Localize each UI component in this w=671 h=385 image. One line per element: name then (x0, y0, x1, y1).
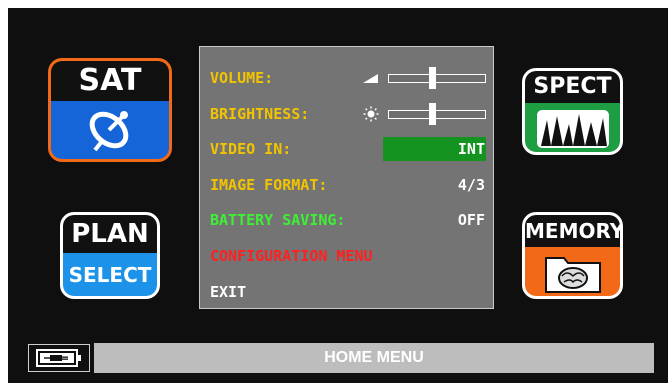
volume-label: VOLUME: (210, 69, 274, 87)
brain-folder-icon (525, 247, 620, 296)
plan-select-tile[interactable]: PLAN SELECT (60, 212, 160, 299)
battery-saving-row[interactable]: BATTERY SAVING: OFF (210, 209, 485, 231)
spect-tile[interactable]: SPECT (522, 68, 623, 155)
satellite-dish-icon (51, 101, 169, 159)
device-frame: SAT PLAN SELECT SPECT MEMORY VOLUME: BRI… (0, 0, 671, 385)
settings-menu: VOLUME: BRIGHTNESS: VIDEO IN: INT IMAGE … (199, 46, 494, 309)
sun-icon (362, 106, 380, 128)
configuration-menu-label: CONFIGURATION MENU (210, 247, 373, 265)
status-bar: HOME MENU (28, 343, 654, 373)
volume-row[interactable]: VOLUME: (210, 67, 488, 89)
brightness-track (388, 110, 486, 119)
sat-tile[interactable]: SAT (48, 58, 172, 162)
image-format-value: 4/3 (457, 176, 485, 194)
battery-saving-value: OFF (457, 211, 485, 229)
select-label: SELECT (63, 253, 157, 296)
speaker-icon (362, 70, 380, 92)
brightness-slider[interactable] (362, 103, 488, 125)
video-in-row[interactable]: VIDEO IN: INT (210, 138, 485, 160)
exit-label: EXIT (210, 283, 247, 301)
volume-track (388, 74, 486, 83)
brightness-label: BRIGHTNESS: (210, 105, 310, 123)
spect-label: SPECT (525, 71, 620, 103)
exit-row[interactable]: EXIT (210, 281, 485, 303)
brightness-row[interactable]: BRIGHTNESS: (210, 103, 488, 125)
video-in-value: INT (457, 140, 485, 158)
battery-saving-label: BATTERY SAVING: (210, 211, 346, 229)
battery-plug-icon (28, 344, 90, 372)
sat-label: SAT (51, 61, 169, 101)
spectrum-icon (525, 103, 620, 152)
brightness-thumb[interactable] (428, 103, 436, 125)
volume-slider[interactable] (362, 67, 488, 89)
home-menu-bar: HOME MENU (94, 343, 654, 373)
video-in-label: VIDEO IN: (210, 140, 292, 158)
memory-label: MEMORY (525, 215, 620, 247)
volume-thumb[interactable] (428, 67, 436, 89)
plan-label: PLAN (63, 215, 157, 253)
configuration-menu-row[interactable]: CONFIGURATION MENU (210, 245, 485, 267)
image-format-label: IMAGE FORMAT: (210, 176, 328, 194)
image-format-row[interactable]: IMAGE FORMAT: 4/3 (210, 174, 485, 196)
memory-tile[interactable]: MEMORY (522, 212, 623, 299)
